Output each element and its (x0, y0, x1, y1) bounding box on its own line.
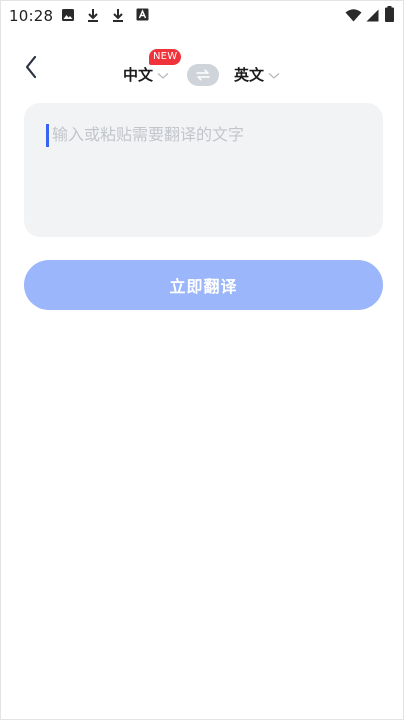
source-language-label: 中文 (123, 66, 154, 84)
image-icon (62, 9, 74, 21)
download-icon (113, 9, 123, 22)
status-bar: 10:28 (1, 1, 403, 31)
battery-icon (385, 6, 394, 22)
translate-now-button[interactable]: 立即翻译 (24, 260, 383, 310)
source-language-selector[interactable]: 中文 (123, 64, 169, 86)
app-screen: 10:28 中文 NEW 英文 输入或粘贴需要翻译的文字 立即翻译 (0, 0, 404, 720)
input-card (24, 103, 383, 237)
chevron-down-icon (157, 73, 169, 79)
new-badge: NEW (149, 49, 182, 65)
target-language-label: 英文 (234, 66, 265, 84)
swap-arrows-icon (196, 69, 210, 81)
wifi-icon (345, 9, 362, 22)
back-button[interactable] (17, 51, 45, 83)
signal-icon (366, 9, 379, 22)
status-time: 10:28 (9, 7, 54, 25)
font-a-icon (136, 8, 149, 21)
chevron-left-icon (25, 55, 37, 79)
swap-languages-button[interactable] (187, 64, 219, 86)
chevron-down-icon (268, 73, 280, 79)
download-icon (88, 9, 98, 22)
target-language-selector[interactable]: 英文 (234, 64, 280, 86)
translate-text-input[interactable] (44, 119, 372, 221)
text-cursor (46, 124, 49, 147)
